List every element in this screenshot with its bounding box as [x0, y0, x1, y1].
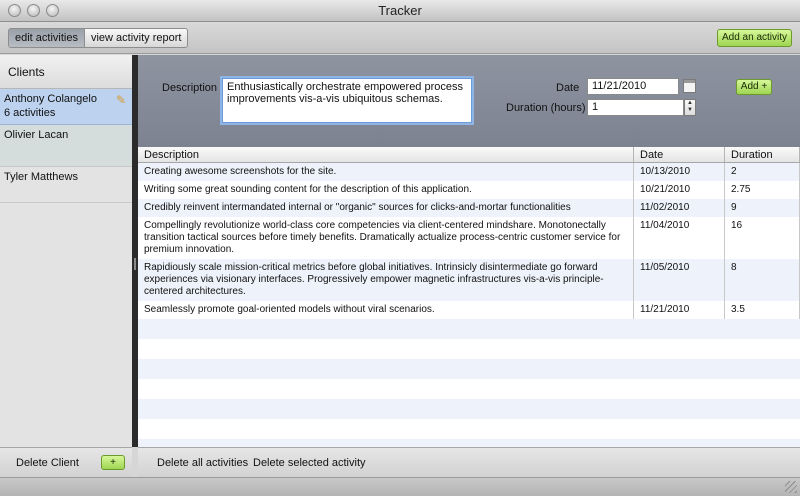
tab-view-activity-report[interactable]: view activity report: [83, 29, 188, 47]
client-item-olivier-lacan[interactable]: Olivier Lacan: [0, 125, 132, 167]
status-bar: [0, 477, 800, 496]
client-item-tyler-matthews[interactable]: Tyler Matthews: [0, 167, 132, 203]
cell-date: 11/02/2010: [634, 199, 725, 217]
table-row[interactable]: Writing some great sounding content for …: [138, 181, 800, 199]
date-label: Date: [556, 82, 580, 94]
cell-duration: 16: [725, 217, 800, 259]
cell-duration: 2.75: [725, 181, 800, 199]
window-controls: [8, 4, 59, 17]
cell-description: Seamlessly promote goal-oriented models …: [138, 301, 634, 319]
client-name: Olivier Lacan: [4, 129, 69, 141]
view-segmented-control: edit activities view activity report: [8, 28, 189, 48]
cell-duration: 2: [725, 163, 800, 181]
resize-grip-icon[interactable]: [785, 481, 797, 493]
column-description[interactable]: Description: [138, 147, 634, 162]
activities-table: Description Date Duration Creating aweso…: [138, 147, 800, 447]
empty-row: [138, 419, 800, 439]
description-label: Description: [162, 82, 218, 94]
client-activity-count: 6 activities: [4, 107, 56, 119]
empty-row: [138, 339, 800, 359]
empty-row: [138, 399, 800, 419]
stepper-icon[interactable]: ▲ ▼: [684, 99, 696, 116]
activity-form: Description Enthusiastically orchestrate…: [138, 55, 800, 147]
close-window-icon[interactable]: [8, 4, 21, 17]
divider-grip-icon[interactable]: [134, 258, 136, 270]
client-name: Tyler Matthews: [4, 171, 78, 183]
table-row[interactable]: Creating awesome screenshots for the sit…: [138, 163, 800, 181]
date-field[interactable]: 11/21/2010: [587, 78, 679, 95]
tab-edit-activities[interactable]: edit activities: [9, 29, 84, 47]
table-row[interactable]: Credibly reinvent intermandated internal…: [138, 199, 800, 217]
cell-description: Creating awesome screenshots for the sit…: [138, 163, 634, 181]
client-item-anthony-colangelo[interactable]: Anthony Colangelo 6 activities ✎: [0, 89, 132, 125]
calendar-icon[interactable]: [683, 79, 696, 93]
cell-duration: 3.5: [725, 301, 800, 319]
table-body: Creating awesome screenshots for the sit…: [138, 163, 800, 447]
empty-row: [138, 319, 800, 339]
column-date[interactable]: Date: [634, 147, 725, 162]
empty-row: [138, 439, 800, 447]
cell-duration: 9: [725, 199, 800, 217]
pencil-icon[interactable]: ✎: [116, 93, 126, 107]
delete-all-activities-button[interactable]: Delete all activities: [157, 457, 248, 469]
table-header: Description Date Duration: [138, 147, 800, 163]
cell-description: Credibly reinvent intermandated internal…: [138, 199, 634, 217]
delete-client-button[interactable]: Delete Client: [16, 457, 79, 469]
toolbar: edit activities view activity report Add…: [0, 22, 800, 54]
table-row[interactable]: Rapidiously scale mission-critical metri…: [138, 259, 800, 301]
client-name: Anthony Colangelo: [4, 93, 97, 105]
add-activity-button[interactable]: Add an activity: [717, 29, 792, 47]
cell-date: 10/21/2010: [634, 181, 725, 199]
description-field[interactable]: Enthusiastically orchestrate empowered p…: [222, 78, 472, 123]
window-title: Tracker: [378, 3, 422, 18]
cell-description: Rapidiously scale mission-critical metri…: [138, 259, 634, 301]
table-footer: Delete all activities Delete selected ac…: [138, 447, 800, 477]
cell-description: Writing some great sounding content for …: [138, 181, 634, 199]
cell-date: 11/05/2010: [634, 259, 725, 301]
cell-date: 11/04/2010: [634, 217, 725, 259]
delete-selected-activity-button[interactable]: Delete selected activity: [253, 457, 366, 469]
table-row[interactable]: Seamlessly promote goal-oriented models …: [138, 301, 800, 319]
zoom-window-icon[interactable]: [46, 4, 59, 17]
cell-date: 11/21/2010: [634, 301, 725, 319]
add-entry-button[interactable]: Add +: [736, 79, 772, 95]
column-duration[interactable]: Duration: [725, 147, 800, 162]
clients-sidebar: Clients Anthony Colangelo 6 activities ✎…: [0, 55, 132, 447]
cell-date: 10/13/2010: [634, 163, 725, 181]
cell-duration: 8: [725, 259, 800, 301]
empty-row: [138, 379, 800, 399]
sidebar-footer: Delete Client +: [0, 447, 132, 477]
cell-description: Compellingly revolutionize world-class c…: [138, 217, 634, 259]
empty-row: [138, 359, 800, 379]
minimize-window-icon[interactable]: [27, 4, 40, 17]
table-row[interactable]: Compellingly revolutionize world-class c…: [138, 217, 800, 259]
duration-field[interactable]: 1: [587, 99, 684, 116]
duration-label: Duration (hours): [506, 102, 586, 114]
clients-header: Clients: [0, 55, 132, 89]
add-client-button[interactable]: +: [101, 455, 125, 470]
title-bar: Tracker: [0, 0, 800, 22]
